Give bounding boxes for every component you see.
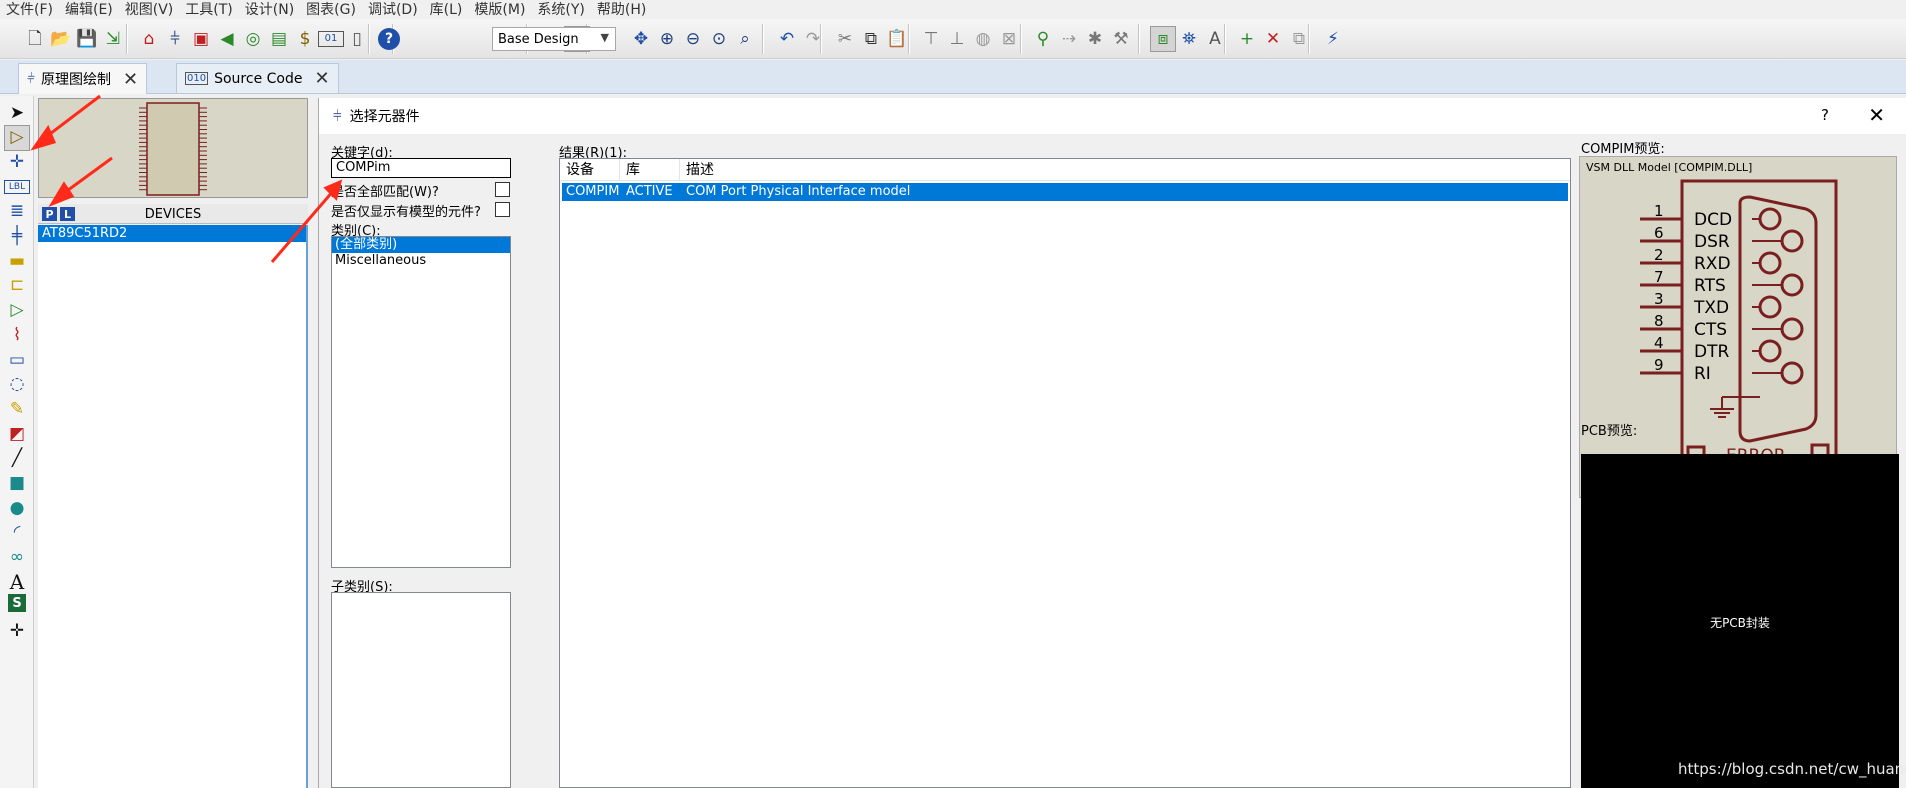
annotation-arrows bbox=[30, 94, 343, 263]
annotation-arrowhead bbox=[48, 181, 75, 208]
annotation-arrow bbox=[270, 189, 336, 263]
annotation-arrowhead bbox=[30, 124, 57, 151]
watermark: https://blog.csdn.net/cw_huang bbox=[1678, 760, 1906, 778]
